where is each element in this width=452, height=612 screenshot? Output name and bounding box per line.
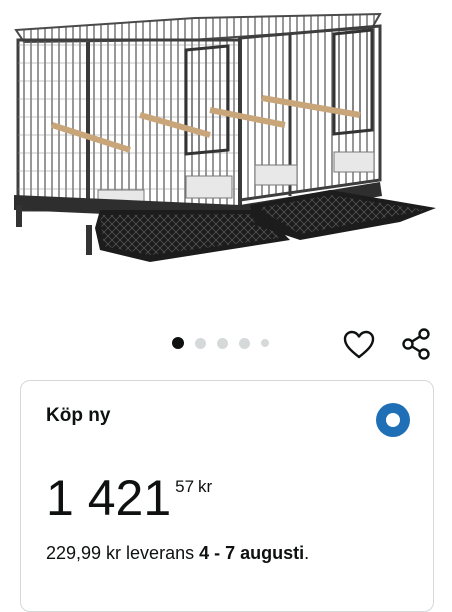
carousel-dot-4[interactable] bbox=[239, 337, 250, 349]
price: 1 421 57 kr bbox=[46, 473, 212, 523]
radio-selected-icon[interactable] bbox=[376, 403, 410, 437]
carousel-dot-3[interactable] bbox=[217, 337, 228, 349]
price-currency: kr bbox=[198, 477, 213, 496]
delivery-dates: 4 - 7 augusti bbox=[199, 543, 305, 563]
product-image[interactable] bbox=[0, 0, 452, 318]
bird-cage-image bbox=[14, 12, 436, 262]
carousel-dot-5[interactable] bbox=[261, 339, 269, 347]
carousel-indicator[interactable] bbox=[172, 337, 269, 349]
carousel-dot-2[interactable] bbox=[195, 337, 206, 349]
share-icon[interactable] bbox=[398, 326, 434, 362]
delivery-cost: 229,99 kr leverans bbox=[46, 543, 200, 563]
buy-new-title: Köp ny bbox=[46, 405, 111, 426]
delivery-suffix: . bbox=[304, 543, 310, 563]
price-whole: 1 421 bbox=[46, 470, 172, 526]
carousel-dot-1[interactable] bbox=[172, 337, 184, 349]
heart-icon[interactable] bbox=[342, 328, 376, 362]
delivery-info: 229,99 kr leverans 4 - 7 augusti. bbox=[46, 543, 309, 564]
price-fraction: 57 bbox=[175, 477, 195, 496]
buy-box-card[interactable]: Köp ny 1 421 57 kr 229,99 kr leverans 4 … bbox=[20, 380, 434, 612]
